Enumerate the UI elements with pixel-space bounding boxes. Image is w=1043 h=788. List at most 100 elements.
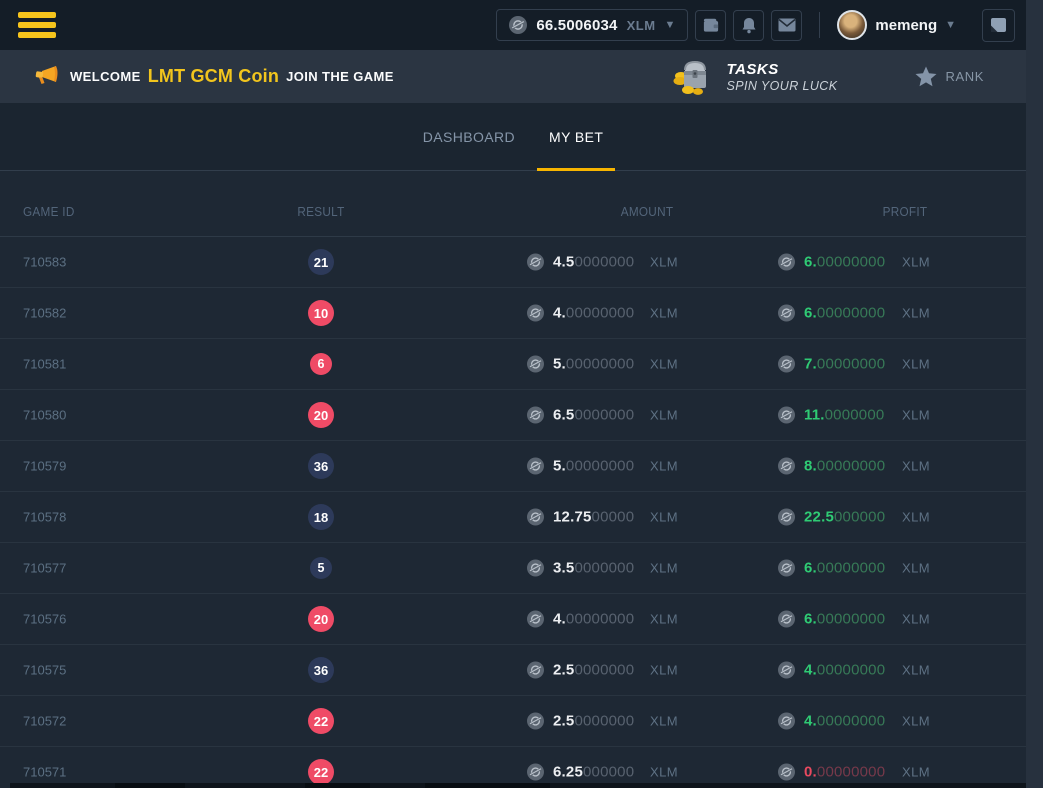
result-badge: 22 bbox=[308, 708, 334, 734]
amount-cell: 2.50000000 bbox=[527, 713, 634, 730]
table-row: 710571 22 6.25000000 XLM 0.00000000 XLM bbox=[0, 747, 1026, 788]
brand-name: LMT GCM Coin bbox=[148, 66, 279, 87]
amount-cell: 6.25000000 bbox=[527, 764, 634, 781]
coin-icon bbox=[527, 254, 544, 271]
profit-cell: 11.0000000 bbox=[778, 407, 884, 424]
amount-value: 4.00000000 bbox=[553, 611, 634, 628]
topbar-right: 66.5006034 XLM ▼ memeng ▼ bbox=[496, 9, 1015, 42]
coin-icon bbox=[778, 458, 795, 475]
profit-value: 4.00000000 bbox=[804, 713, 885, 730]
amount-currency-label: XLM bbox=[650, 357, 678, 372]
table-row: 710578 18 12.7500000 XLM 22.5000000 XLM bbox=[0, 492, 1026, 543]
avatar bbox=[837, 10, 867, 40]
profit-cell: 7.00000000 bbox=[778, 356, 885, 373]
profit-currency-label: XLM bbox=[902, 714, 930, 729]
amount-currency-label: XLM bbox=[650, 459, 678, 474]
coin-icon bbox=[778, 560, 795, 577]
profit-value: 0.00000000 bbox=[804, 764, 885, 781]
messages-button[interactable] bbox=[771, 10, 802, 41]
tab-dashboard[interactable]: DASHBOARD bbox=[411, 103, 527, 170]
rank-button[interactable]: RANK bbox=[915, 66, 984, 87]
coin-icon bbox=[778, 611, 795, 628]
profit-value: 7.00000000 bbox=[804, 356, 885, 373]
profit-currency-label: XLM bbox=[902, 663, 930, 678]
scrollbar-track[interactable] bbox=[1026, 0, 1043, 788]
welcome-message: WELCOME LMT GCM Coin JOIN THE GAME bbox=[70, 66, 394, 87]
result-badge: 20 bbox=[308, 402, 334, 428]
profit-value: 6.00000000 bbox=[804, 254, 885, 271]
amount-value: 4.50000000 bbox=[553, 254, 634, 271]
tasks-button[interactable]: TASKS SPIN YOUR LUCK bbox=[671, 58, 838, 96]
amount-value: 2.50000000 bbox=[553, 662, 634, 679]
profit-currency-label: XLM bbox=[902, 255, 930, 270]
amount-cell: 4.00000000 bbox=[527, 611, 634, 628]
profit-currency-label: XLM bbox=[902, 459, 930, 474]
coin-icon bbox=[778, 254, 795, 271]
result-badge: 18 bbox=[308, 504, 334, 530]
coin-icon bbox=[527, 509, 544, 526]
chevron-down-icon: ▼ bbox=[945, 20, 956, 31]
profit-value: 6.00000000 bbox=[804, 305, 885, 322]
table-row: 710575 36 2.50000000 XLM 4.00000000 XLM bbox=[0, 645, 1026, 696]
result-badge: 22 bbox=[308, 759, 334, 785]
result-badge: 6 bbox=[310, 353, 332, 375]
banner-right: TASKS SPIN YOUR LUCK RANK bbox=[671, 58, 1006, 96]
wallet-button[interactable] bbox=[695, 10, 726, 41]
game-id-cell: 710572 bbox=[23, 714, 66, 729]
game-id-cell: 710580 bbox=[23, 408, 66, 423]
profit-value: 8.00000000 bbox=[804, 458, 885, 475]
profit-currency-label: XLM bbox=[902, 765, 930, 780]
balance-value: 66.5006034 bbox=[536, 17, 617, 34]
game-id-cell: 710583 bbox=[23, 255, 66, 270]
amount-currency-label: XLM bbox=[650, 561, 678, 576]
user-menu[interactable]: memeng ▼ bbox=[837, 10, 956, 40]
welcome-prefix: WELCOME bbox=[70, 69, 141, 84]
amount-cell: 12.7500000 bbox=[527, 509, 634, 526]
amount-cell: 5.00000000 bbox=[527, 458, 634, 475]
bet-table: GAME ID RESULT AMOUNT PROFIT 710583 21 4… bbox=[0, 172, 1026, 788]
result-badge: 21 bbox=[308, 249, 334, 275]
tab-my-bet[interactable]: MY BET bbox=[537, 103, 615, 170]
amount-currency-label: XLM bbox=[650, 255, 678, 270]
table-row: 710581 6 5.00000000 XLM 7.00000000 XLM bbox=[0, 339, 1026, 390]
game-id-cell: 710581 bbox=[23, 357, 66, 372]
profit-currency-label: XLM bbox=[902, 306, 930, 321]
table-row: 710582 10 4.00000000 XLM 6.00000000 XLM bbox=[0, 288, 1026, 339]
chat-toggle-button[interactable] bbox=[982, 9, 1015, 42]
amount-currency-label: XLM bbox=[650, 408, 678, 423]
profit-cell: 6.00000000 bbox=[778, 611, 885, 628]
coin-icon bbox=[778, 662, 795, 679]
profit-cell: 0.00000000 bbox=[778, 764, 885, 781]
bell-icon bbox=[741, 17, 757, 34]
amount-value: 4.00000000 bbox=[553, 305, 634, 322]
game-id-cell: 710582 bbox=[23, 306, 66, 321]
bet-table-body: 710583 21 4.50000000 XLM 6.00000000 XLM … bbox=[0, 237, 1026, 788]
coin-icon bbox=[527, 662, 544, 679]
balance-selector[interactable]: 66.5006034 XLM ▼ bbox=[496, 9, 688, 41]
coin-icon bbox=[778, 356, 795, 373]
profit-currency-label: XLM bbox=[902, 408, 930, 423]
table-row: 710577 5 3.50000000 XLM 6.00000000 XLM bbox=[0, 543, 1026, 594]
amount-currency-label: XLM bbox=[650, 765, 678, 780]
profit-value: 6.00000000 bbox=[804, 560, 885, 577]
mail-icon bbox=[778, 18, 796, 32]
amount-value: 5.00000000 bbox=[553, 458, 634, 475]
notifications-button[interactable] bbox=[733, 10, 764, 41]
amount-cell: 6.50000000 bbox=[527, 407, 634, 424]
coin-icon bbox=[527, 560, 544, 577]
amount-value: 6.25000000 bbox=[553, 764, 634, 781]
coin-icon bbox=[527, 305, 544, 322]
chat-icon bbox=[990, 17, 1007, 34]
result-badge: 36 bbox=[308, 657, 334, 683]
result-badge: 20 bbox=[308, 606, 334, 632]
amount-value: 2.50000000 bbox=[553, 713, 634, 730]
coin-icon bbox=[527, 713, 544, 730]
profit-currency-label: XLM bbox=[902, 612, 930, 627]
rank-label: RANK bbox=[945, 69, 984, 84]
hamburger-menu-button[interactable] bbox=[18, 12, 56, 38]
chevron-down-icon: ▼ bbox=[665, 20, 676, 31]
column-game-id: GAME ID bbox=[23, 205, 75, 219]
amount-value: 12.7500000 bbox=[553, 509, 634, 526]
game-id-cell: 710576 bbox=[23, 612, 66, 627]
profit-currency-label: XLM bbox=[902, 357, 930, 372]
